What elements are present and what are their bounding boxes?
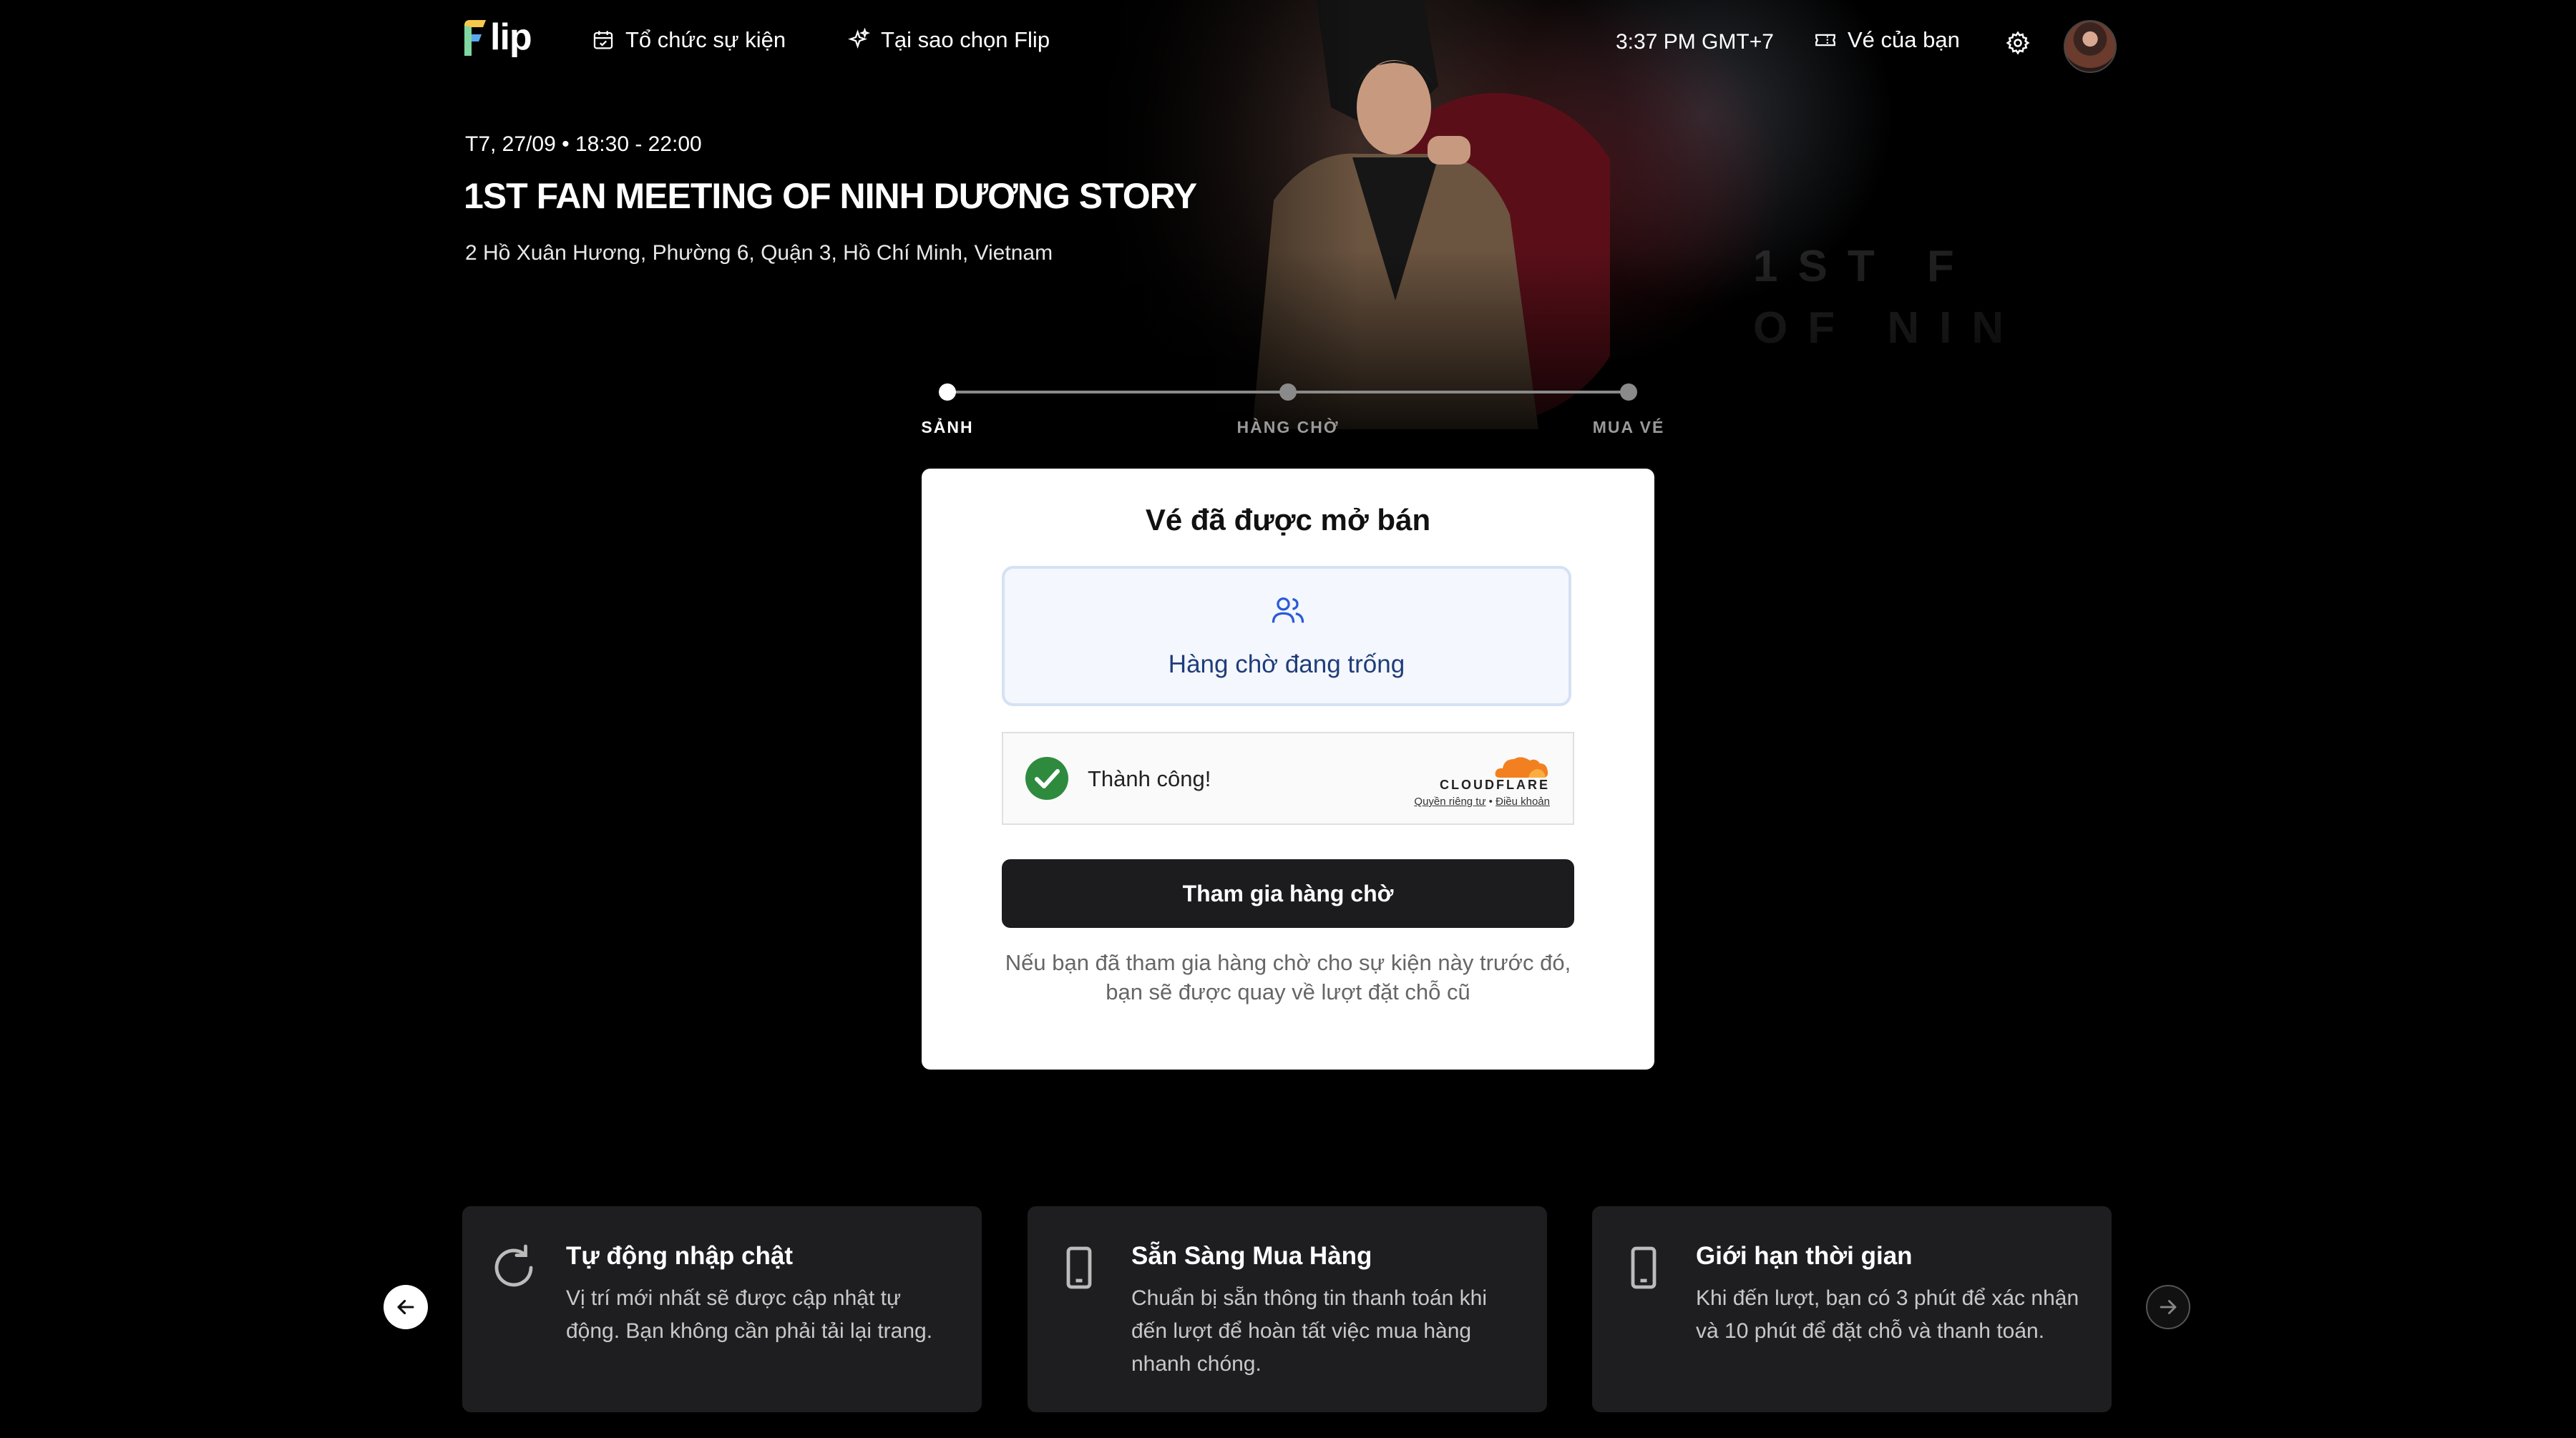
hero-overlay-line2: OF NIN xyxy=(1753,303,2024,353)
top-navbar: lip Tổ chức sự kiện Tại sao chọn Flip 3:… xyxy=(0,0,2576,86)
users-icon xyxy=(1272,597,1304,623)
step-label-queue: HÀNG CHỜ xyxy=(1236,418,1340,436)
logo-text: lip xyxy=(490,16,532,58)
app-frame: 1ST F OF NIN lip Tổ chức sự kiện Tại sao… xyxy=(0,0,2576,1438)
links-separator: • xyxy=(1488,796,1493,808)
sparkle-icon xyxy=(848,28,871,49)
step-label-buy: MUA VÉ xyxy=(1592,418,1665,436)
refresh-icon xyxy=(494,1244,533,1287)
hero-overlay-line1: 1ST F xyxy=(1753,242,1974,291)
ticket-icon xyxy=(1815,34,1835,47)
card-title: Vé đã được mở bán xyxy=(1145,503,1431,537)
queue-status-text: Hàng chờ đang trống xyxy=(1168,650,1405,678)
feature-card-time-limit: Giới hạn thời gian Khi đến lượt, bạn có … xyxy=(1592,1206,2112,1412)
event-title: 1ST FAN MEETING OF NINH DƯƠNG STORY xyxy=(464,176,1197,216)
feature-description: Chuẩn bị sẵn thông tin thanh toán khi đế… xyxy=(1131,1286,1488,1376)
feature-title: Giới hạn thời gian xyxy=(1696,1242,1913,1270)
feature-title: Sẵn Sàng Mua Hàng xyxy=(1131,1242,1372,1270)
my-tickets-label: Vé của bạn xyxy=(1848,27,1960,52)
arrow-right-icon xyxy=(2160,1300,2177,1314)
progress-stepper: SẢNH HÀNG CHỜ MUA VÉ xyxy=(921,376,1666,448)
step-label-lobby: SẢNH xyxy=(921,418,974,436)
gear-icon[interactable] xyxy=(2005,30,2031,56)
cloudflare-cloud-icon xyxy=(1495,757,1548,778)
nav-organize-event[interactable]: Tổ chức sự kiện xyxy=(591,27,786,53)
step-dot-lobby xyxy=(939,383,956,401)
current-time: 3:37 PM GMT+7 xyxy=(1616,30,1774,54)
nav-why-flip[interactable]: Tại sao chọn Flip xyxy=(847,27,1050,53)
feature-card-ready-to-buy: Sẵn Sàng Mua Hàng Chuẩn bị sẵn thông tin… xyxy=(1028,1206,1547,1412)
captcha-status: Thành công! xyxy=(1088,766,1211,791)
feature-card-auto-update: Tự động nhập chật Vị trí mới nhất sẽ đượ… xyxy=(462,1206,982,1412)
step-dot-queue xyxy=(1279,383,1297,401)
cloudflare-links: Quyền riêng tư • Điều khoản xyxy=(1414,796,1550,808)
terms-link[interactable]: Điều khoản xyxy=(1496,796,1550,808)
ticket-sale-card: Vé đã được mở bán Hàng chờ đang trống Th… xyxy=(922,469,1654,1070)
event-datetime: T7, 27/09 • 18:30 - 22:00 xyxy=(465,132,702,156)
cloudflare-captcha[interactable]: Thành công! CLOUDFLARE Quyền riêng tư • … xyxy=(1002,732,1574,825)
feature-description: Vị trí mới nhất sẽ được cập nhật tự động… xyxy=(566,1286,933,1343)
my-tickets-link[interactable]: Vé của bạn xyxy=(1813,27,1960,53)
feature-description: Khi đến lượt, bạn có 3 phút để xác nhận … xyxy=(1696,1286,2079,1343)
nav-organize-event-label: Tổ chức sự kiện xyxy=(625,27,786,52)
success-check-icon xyxy=(1025,757,1068,800)
rejoin-note: Nếu bạn đã tham gia hàng chờ cho sự kiện… xyxy=(1005,950,1571,1004)
arrow-left-icon xyxy=(397,1299,414,1315)
carousel-prev-button[interactable] xyxy=(384,1285,428,1329)
privacy-link[interactable]: Quyền riêng tư xyxy=(1414,796,1485,808)
nav-why-flip-label: Tại sao chọn Flip xyxy=(881,27,1050,52)
flip-logo-icon xyxy=(464,20,486,56)
cloudflare-brand-text: CLOUDFLARE xyxy=(1440,778,1550,792)
flip-logo[interactable]: lip xyxy=(462,16,532,59)
user-avatar[interactable] xyxy=(2064,20,2117,73)
phone-icon xyxy=(1631,1246,1657,1289)
queue-status-box: Hàng chờ đang trống xyxy=(1002,566,1571,706)
phone-icon xyxy=(1066,1246,1092,1289)
hero-overlay-text: 1ST F OF NIN xyxy=(1753,236,2024,359)
calendar-icon xyxy=(593,31,613,49)
cloudflare-branding: CLOUDFLARE Quyền riêng tư • Điều khoản xyxy=(1414,752,1550,808)
feature-title: Tự động nhập chật xyxy=(566,1242,793,1270)
event-address: 2 Hồ Xuân Hương, Phường 6, Quận 3, Hồ Ch… xyxy=(465,241,1053,265)
carousel-next-button[interactable] xyxy=(2146,1285,2190,1329)
step-dot-buy xyxy=(1620,383,1637,401)
join-queue-button[interactable]: Tham gia hàng chờ xyxy=(1002,859,1574,928)
